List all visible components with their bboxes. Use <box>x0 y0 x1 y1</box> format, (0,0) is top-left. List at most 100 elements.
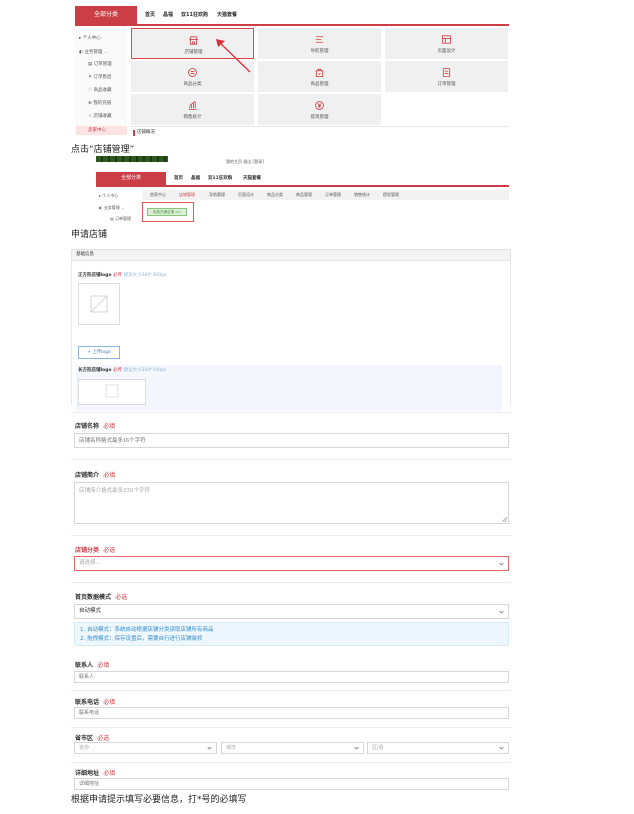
divider <box>71 690 511 691</box>
tile-label: 提现管理 <box>310 115 329 120</box>
tab-seller-home[interactable]: 首家中心 <box>150 190 166 200</box>
district-select[interactable]: 区/县 <box>367 742 509 754</box>
shop-category-label: 店铺分类 必选 <box>75 547 116 554</box>
city-select[interactable]: 城市 <box>221 742 364 754</box>
menu-lines-icon <box>315 36 324 43</box>
nav-tmall-package[interactable]: 天猫套餐 <box>243 172 261 185</box>
tile-label: 商品管理 <box>310 82 329 87</box>
sidebar-item-orders[interactable]: ▤ 订单管理 <box>88 62 112 68</box>
nav-jingfu[interactable]: 晶福 <box>163 6 173 24</box>
home-mode-select[interactable]: 自动模式 <box>74 604 509 619</box>
tile-label: 商品分类 <box>183 82 202 87</box>
top-links[interactable]: 我的主页 退出 [登录] <box>226 159 264 165</box>
tile-label: 订单管理 <box>437 82 456 87</box>
chevron-down-icon <box>499 560 504 566</box>
nav-tmall-package[interactable]: 天猫套餐 <box>217 6 237 24</box>
sidebar-item-personal-center[interactable]: ▸ 个人中心 <box>99 193 118 199</box>
shop-category-select[interactable]: 请选择... <box>74 556 509 571</box>
sidebar-item-shop-favorites[interactable]: ☆ 店铺收藏 <box>88 114 111 120</box>
rect-logo-label: 长方形店铺logo 必传 建议大小300*100px <box>78 368 167 373</box>
region-label: 省市区 必选 <box>75 735 110 742</box>
note-drag-mode: 2. 拖拽模式：保存设置后，需要自行进行店铺装修 <box>80 636 203 642</box>
nav-divider <box>96 185 509 187</box>
phone-input[interactable] <box>74 707 509 719</box>
square-logo-preview[interactable] <box>78 283 120 325</box>
divider <box>71 535 511 536</box>
divider <box>71 727 511 728</box>
tab-order-management[interactable]: 订单管理 <box>325 190 341 200</box>
tab-page-design[interactable]: 页面设计 <box>238 190 254 200</box>
chevron-down-icon <box>499 608 504 614</box>
tile-withdraw-management[interactable]: 提现管理 <box>258 94 381 125</box>
rect-logo-area: 长方形店铺logo 必传 建议大小300*100px <box>76 365 502 411</box>
shop-intro-textarea[interactable]: 店铺简介格式最多230个字符 <box>74 482 509 524</box>
nav-jingfu[interactable]: 晶福 <box>191 172 200 185</box>
tab-withdraw-management[interactable]: 提现管理 <box>383 190 399 200</box>
apply-shop-button[interactable]: 免费开通店铺 >> <box>147 208 187 216</box>
sidebar-item-seller-center[interactable]: 卖家中心 <box>76 126 127 135</box>
resize-handle-icon[interactable] <box>502 517 507 522</box>
shop-name-input[interactable] <box>74 433 509 448</box>
seller-center-screenshot: 全部分类 首页 晶福 双11狂欢购 天猫套餐 ▸ 个人中心 ◐ 业务管理 ⌄ ▤… <box>75 6 509 138</box>
tab-sales-stats[interactable]: 销售统计 <box>354 190 370 200</box>
store-icon <box>189 36 198 45</box>
home-mode-label: 首页数据模式 必选 <box>75 594 128 601</box>
site-logo <box>96 156 168 162</box>
order-icon <box>442 67 451 78</box>
sidebar-item-recharge[interactable]: ⊕ 我的充值 <box>88 101 111 107</box>
layout-icon <box>441 35 452 44</box>
sidebar-item-business[interactable]: ◐ 业务管理 ⌄ <box>99 205 124 211</box>
tab-product-management[interactable]: 商品管理 <box>296 190 312 200</box>
image-placeholder-icon <box>90 295 108 313</box>
sidebar: ▸ 个人中心 ◐ 业务管理 ⌄ ▤ 订单管理 ⚘ 订单售后 ♡ 商品收藏 ⊕ 我… <box>75 26 127 136</box>
divider <box>71 582 511 583</box>
bag-icon <box>315 68 324 78</box>
tab-product-category[interactable]: 商品分类 <box>267 190 283 200</box>
nav-divider <box>75 24 509 26</box>
nav-home[interactable]: 首页 <box>145 6 155 24</box>
caption-step3: 根据申请提示填写必要信息，打*号的必填写 <box>71 795 247 805</box>
sidebar-item-favorites[interactable]: ♡ 商品收藏 <box>88 88 111 94</box>
logo-section: 正方形店铺logo 必传 建议大小300*300px + 上传logo 长方形店… <box>71 261 511 411</box>
image-placeholder-icon <box>105 384 119 398</box>
sidebar-item-business[interactable]: ◐ 业务管理 ⌄ <box>79 50 108 56</box>
nav-home[interactable]: 首页 <box>174 172 183 185</box>
contact-label: 联系人 必填 <box>75 662 110 669</box>
rect-logo-preview[interactable] <box>78 379 146 405</box>
tile-page-design[interactable]: 页面设计 <box>385 28 508 59</box>
divider <box>71 459 511 460</box>
tile-order-management[interactable]: 订单管理 <box>385 61 508 92</box>
nav-double11[interactable]: 双11狂欢购 <box>208 172 232 185</box>
sidebar-item-personal-center[interactable]: ▸ 个人中心 <box>79 36 101 42</box>
tile-product-management[interactable]: 商品管理 <box>258 61 381 92</box>
tile-nav-management[interactable]: 导航管理 <box>258 28 381 59</box>
note-auto-mode: 1. 自动模式：系统自动根据店铺分类读取店铺所有商品 <box>80 627 214 633</box>
caption-step2: 申请店铺 <box>71 230 108 240</box>
divider <box>71 412 511 413</box>
chevron-down-icon <box>354 745 359 750</box>
tab-shop-management[interactable]: 店铺管理 <box>179 190 195 200</box>
address-label: 详细地址 必填 <box>75 770 116 777</box>
divider <box>71 762 511 763</box>
tile-label: 页面设计 <box>437 49 456 54</box>
tile-sales-stats[interactable]: 销售统计 <box>131 94 254 125</box>
nav-double11[interactable]: 双11狂欢购 <box>181 6 208 24</box>
tab-nav-management[interactable]: 导航管理 <box>209 190 225 200</box>
shop-overview-label: 店铺概况 <box>131 126 509 138</box>
contact-input[interactable] <box>74 671 509 683</box>
tile-label: 销售统计 <box>183 115 202 120</box>
sidebar-item-after-sale[interactable]: ⚘ 订单售后 <box>88 75 111 81</box>
shop-name-label: 店铺名称 必填 <box>75 423 116 430</box>
pointer-arrow-icon <box>216 39 251 73</box>
home-mode-notes: 1. 自动模式：系统自动根据店铺分类读取店铺所有商品 2. 拖拽模式：保存设置后… <box>74 622 509 646</box>
upload-logo-button[interactable]: + 上传logo <box>78 346 120 359</box>
phone-label: 联系电话 必填 <box>75 699 116 706</box>
all-categories-button[interactable]: 全部分类 <box>75 6 137 24</box>
all-categories-button[interactable]: 全部分类 <box>96 172 166 185</box>
shop-management-screenshot: 我的主页 退出 [登录] 全部分类 首页 晶福 双11狂欢购 天猫套餐 首家中心… <box>96 152 509 222</box>
sidebar-item-orders[interactable]: ▤ 订单管理 <box>110 216 131 222</box>
square-logo-label: 正方形店铺logo 必传 建议大小300*300px <box>78 273 167 278</box>
province-select[interactable]: 省份 <box>74 742 217 754</box>
chevron-down-icon <box>207 745 212 750</box>
address-input[interactable] <box>74 778 509 790</box>
